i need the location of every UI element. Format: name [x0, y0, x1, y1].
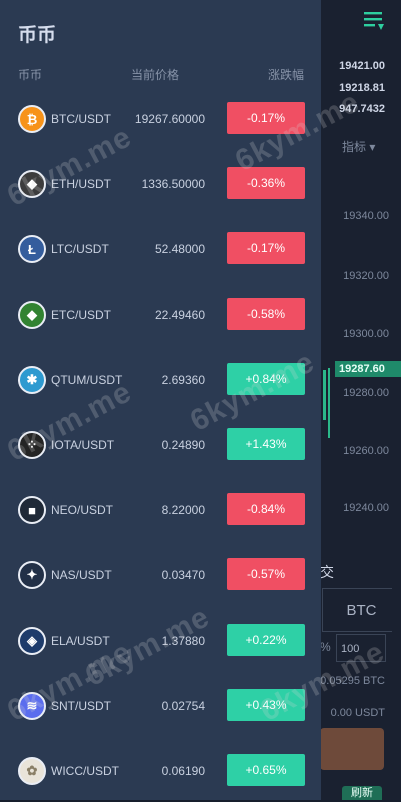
change-badge[interactable]: +0.43% — [227, 689, 305, 721]
litecoin-icon: Ł — [18, 235, 46, 263]
candle — [323, 370, 326, 420]
column-header-price: 当前价格 — [131, 68, 180, 82]
bitcoin-icon: ₿ — [18, 105, 46, 133]
high-price: 19421.00 — [339, 60, 385, 72]
candle — [328, 368, 330, 438]
wicc-icon: ✿ — [18, 757, 46, 785]
current-price: 1336.50000 — [141, 177, 205, 191]
amount-input[interactable]: 100 — [336, 634, 386, 662]
pair-label: LTC/USDT — [51, 242, 109, 256]
pair-label: NEO/USDT — [51, 503, 114, 517]
current-price: 0.02754 — [161, 699, 205, 713]
last-price-tag: 19287.60 — [335, 361, 401, 377]
axis-tick: 19320.00 — [343, 270, 389, 282]
pair-label: QTUM/USDT — [51, 373, 123, 387]
pair-label: ELA/USDT — [51, 634, 110, 648]
market-row[interactable]: ₿ BTC/USDT 19267.60000 -0.17% — [0, 85, 321, 150]
ela-icon: ◈ — [18, 627, 46, 655]
market-row[interactable]: ■ NEO/USDT 8.22000 -0.84% — [0, 476, 321, 541]
market-row[interactable]: ✱ QTUM/USDT 2.69360 +0.84% — [0, 346, 321, 411]
change-badge[interactable]: +0.65% — [227, 754, 305, 786]
indicator-label: 指标 — [342, 140, 367, 154]
change-badge[interactable]: -0.84% — [227, 493, 305, 525]
change-badge[interactable]: -0.17% — [227, 102, 305, 134]
column-header-pair: 币币 — [18, 68, 43, 82]
change-badge[interactable]: +0.84% — [227, 363, 305, 395]
trade-label: 交 — [320, 564, 334, 580]
current-price: 8.22000 — [161, 503, 205, 517]
market-row[interactable]: Ł LTC/USDT 52.48000 -0.17% — [0, 215, 321, 280]
drawer-title: 币币 — [18, 25, 57, 46]
change-badge[interactable]: -0.36% — [227, 167, 305, 199]
pair-label: IOTA/USDT — [51, 438, 115, 452]
pair-label: SNT/USDT — [51, 699, 111, 713]
neo-icon: ■ — [18, 496, 46, 524]
percent-label: % — [320, 640, 331, 654]
current-price: 0.06190 — [161, 764, 205, 778]
pair-label: NAS/USDT — [51, 568, 112, 582]
pair-label: ETH/USDT — [51, 177, 111, 191]
axis-tick: 19240.00 — [343, 502, 389, 514]
low-price: 19218.81 — [339, 82, 385, 94]
ethereum-classic-icon: ◆ — [18, 301, 46, 329]
menu-icon[interactable] — [362, 10, 386, 32]
axis-tick: 19260.00 — [343, 445, 389, 457]
iota-icon: ⁘ — [18, 431, 46, 459]
ethereum-icon: ◆ — [18, 170, 46, 198]
refresh-button[interactable]: 刷新 — [342, 786, 382, 800]
change-badge[interactable]: -0.57% — [227, 558, 305, 590]
volume: 947.7432 — [339, 103, 385, 115]
current-price: 0.24890 — [161, 438, 205, 452]
current-price: 52.48000 — [154, 242, 205, 256]
change-badge[interactable]: +1.43% — [227, 428, 305, 460]
pair-label: BTC/USDT — [51, 112, 111, 126]
market-row[interactable]: ◆ ETC/USDT 22.49460 -0.58% — [0, 281, 321, 346]
nas-icon: ✦ — [18, 561, 46, 589]
axis-tick: 19280.00 — [343, 387, 389, 399]
change-badge[interactable]: +0.22% — [227, 624, 305, 656]
market-row[interactable]: ◈ ELA/USDT 1.37880 +0.22% — [0, 607, 321, 672]
balance-btc: 0.05295 BTC — [320, 675, 385, 687]
axis-tick: 19300.00 — [343, 328, 389, 340]
pair-label: WICC/USDT — [51, 764, 119, 778]
market-row[interactable]: ≋ SNT/USDT 0.02754 +0.43% — [0, 672, 321, 737]
market-row[interactable]: ✿ WICC/USDT 0.06190 +0.65% — [0, 737, 321, 802]
balance-usdt: 0.00 USDT — [330, 707, 385, 719]
chevron-down-icon: ▾ — [369, 140, 376, 154]
snt-icon: ≋ — [18, 692, 46, 720]
change-badge[interactable]: -0.58% — [227, 298, 305, 330]
market-drawer: 币币 币币 当前价格 涨跌幅 ₿ BTC/USDT 19267.60000 -0.17… — [0, 0, 321, 800]
market-row[interactable]: ✦ NAS/USDT 0.03470 -0.57% — [0, 541, 321, 606]
axis-tick: 19340.00 — [343, 210, 389, 222]
market-row[interactable]: ⁘ IOTA/USDT 0.24890 +1.43% — [0, 411, 321, 476]
current-price: 19267.60000 — [134, 112, 205, 126]
current-price: 1.37880 — [161, 634, 205, 648]
column-header-change: 涨跌幅 — [268, 68, 305, 82]
current-price: 22.49460 — [154, 308, 205, 322]
indicator-dropdown[interactable]: 指标 ▾ — [342, 138, 375, 155]
order-button[interactable] — [320, 728, 384, 770]
change-badge[interactable]: -0.17% — [227, 232, 305, 264]
current-price: 2.69360 — [161, 373, 205, 387]
current-price: 0.03470 — [161, 568, 205, 582]
qtum-icon: ✱ — [18, 366, 46, 394]
btc-selector[interactable]: BTC — [322, 588, 392, 632]
market-row[interactable]: ◆ ETH/USDT 1336.50000 -0.36% — [0, 150, 321, 215]
pair-label: ETC/USDT — [51, 308, 111, 322]
